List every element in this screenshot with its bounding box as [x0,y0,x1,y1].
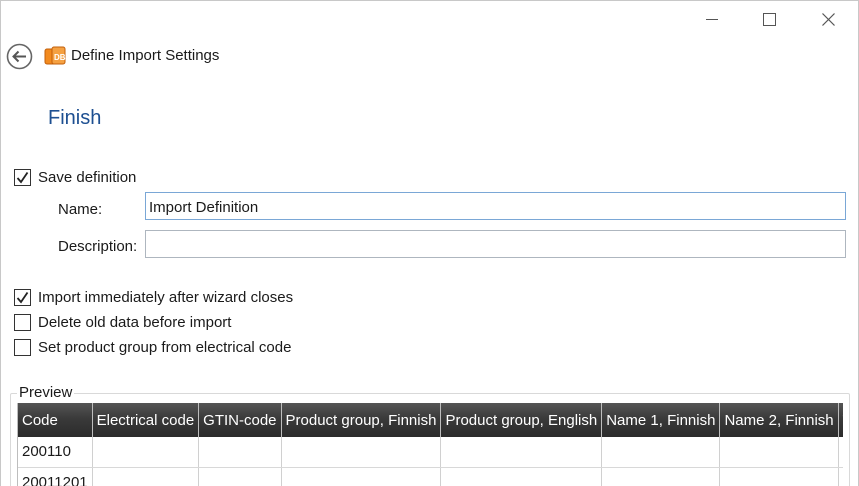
column-header[interactable]: Electrical code [92,403,200,437]
table-cell [92,467,200,486]
checkbox-box[interactable] [14,288,31,306]
name-label: Name: [58,201,103,218]
table-cell [198,467,282,486]
table-cell [719,437,839,468]
delete-old-data-checkbox[interactable]: Delete old data before import [14,312,231,332]
checkmark-icon [16,291,29,303]
import-db-icon: DB [44,45,66,67]
table-row[interactable]: 200110 [18,437,843,468]
save-definition-checkbox[interactable]: Save definition [14,167,136,187]
svg-text:DB: DB [54,53,66,62]
column-header[interactable]: Name 2, Finnish [719,403,839,437]
table-cell [838,437,843,468]
table-cell [92,437,200,468]
name-input[interactable] [145,192,846,220]
grid-header-row: Code Electrical code GTIN-code Product g… [18,403,843,437]
table-cell [838,467,843,486]
table-cell [198,437,282,468]
table-cell [719,467,839,486]
description-input[interactable] [145,230,846,258]
option-label: Delete old data before import [38,313,232,331]
column-header[interactable]: Product group, Finnish [281,403,442,437]
checkmark-icon [16,171,29,183]
close-button[interactable] [808,6,848,32]
minimize-button[interactable] [692,6,732,32]
table-row[interactable]: 20011201 [18,467,843,486]
column-header[interactable]: T [838,403,843,437]
preview-title: Preview [17,384,75,401]
page-title: Finish [48,107,102,129]
column-header[interactable]: Name 1, Finnish [601,403,721,437]
column-header[interactable]: GTIN-code [198,403,282,437]
preview-table: Code Electrical code GTIN-code Product g… [18,403,843,486]
window-title: Define Import Settings [71,47,220,64]
back-arrow-icon [6,43,33,70]
maximize-button[interactable] [749,6,789,32]
table-cell [281,437,442,468]
set-product-group-checkbox[interactable]: Set product group from electrical code [14,337,291,357]
table-cell [440,467,603,486]
table-cell [281,467,442,486]
maximize-icon [762,12,776,26]
table-cell [440,437,603,468]
close-icon [821,12,835,26]
column-header[interactable]: Product group, English [440,403,603,437]
checkbox-box[interactable] [14,313,31,331]
minimize-icon [706,19,718,20]
save-definition-label: Save definition [38,168,137,186]
table-cell: 200110 [18,437,93,468]
option-label: Import immediately after wizard closes [38,288,294,306]
column-header[interactable]: Code [18,403,93,437]
checkbox-box[interactable] [14,168,31,186]
option-label: Set product group from electrical code [38,338,292,356]
description-label: Description: [58,238,138,255]
table-cell [601,437,721,468]
import-immediately-checkbox[interactable]: Import immediately after wizard closes [14,287,293,307]
checkbox-box[interactable] [14,338,31,356]
table-cell [601,467,721,486]
table-cell: 20011201 [18,467,93,486]
back-button[interactable] [6,43,33,70]
preview-grid[interactable]: Code Electrical code GTIN-code Product g… [17,403,843,486]
